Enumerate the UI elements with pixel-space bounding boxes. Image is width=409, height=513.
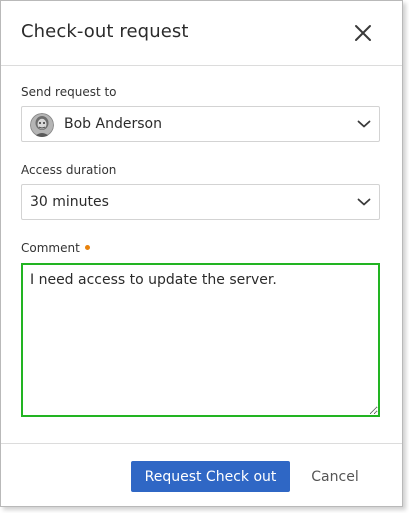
check-out-request-dialog: Check-out request Send request to Bob An… [0,0,403,507]
send-request-to-select[interactable]: Bob Anderson [21,106,380,142]
close-icon [355,25,371,41]
dialog-header: Check-out request [1,1,402,66]
request-check-out-button[interactable]: Request Check out [131,461,290,492]
access-duration-label: Access duration [21,163,117,177]
chevron-down-icon [357,198,371,206]
dialog-title: Check-out request [21,21,189,42]
cancel-button[interactable]: Cancel [305,461,365,492]
chevron-down-icon [357,120,371,128]
comment-label: Comment [21,241,80,255]
required-indicator [84,245,90,250]
close-button[interactable] [351,21,375,45]
selected-recipient: Bob Anderson [64,116,162,132]
access-duration-select[interactable]: 30 minutes [21,184,380,220]
send-request-to-label: Send request to [21,85,117,99]
comment-textarea[interactable]: I need access to update the server. [21,263,380,417]
user-avatar [30,113,54,137]
dialog-footer: Request Check out Cancel [1,443,402,507]
selected-duration: 30 minutes [30,194,109,210]
comment-label-row: Comment [21,241,90,255]
